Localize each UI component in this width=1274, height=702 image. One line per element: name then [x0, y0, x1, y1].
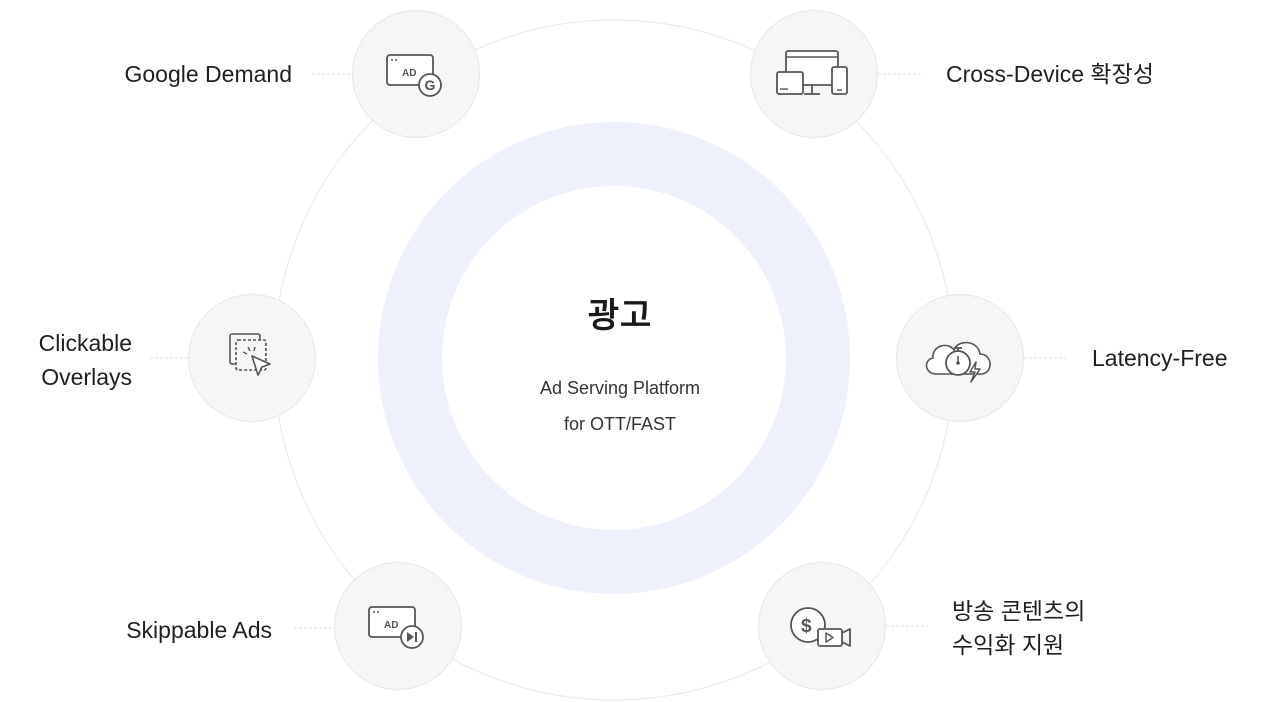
svg-text:G: G — [425, 77, 436, 93]
click-overlay-icon — [229, 333, 271, 376]
label-google-demand: Google Demand — [124, 61, 293, 87]
label-cross-device: Cross-Device 확장성 — [946, 61, 1154, 87]
label-monetization: 방송 콘텐츠의 수익화 지원 — [952, 598, 1086, 658]
svg-text:AD: AD — [402, 68, 416, 79]
feature-node-skippable-ads: AD — [334, 562, 462, 690]
feature-node-latency-free — [896, 294, 1024, 422]
center-subtitle-line2: for OTT/FAST — [563, 414, 676, 434]
feature-node-clickable-overlays — [188, 294, 316, 422]
svg-text:$: $ — [801, 616, 812, 637]
cloud-stopwatch-icon — [925, 341, 991, 383]
ad-google-icon: AD G — [386, 54, 442, 97]
ad-skip-icon: AD — [368, 606, 424, 649]
label-skippable-ads: Skippable Ads — [126, 617, 272, 643]
center-subtitle-line1: Ad Serving Platform — [539, 378, 701, 398]
dollar-video-icon: $ — [790, 607, 851, 647]
center-title: 광고 — [587, 297, 653, 335]
feature-node-google-demand: AD G — [352, 10, 480, 138]
svg-text:AD: AD — [384, 620, 398, 631]
label-latency-free: Latency-Free — [1092, 345, 1228, 371]
center-ring — [378, 122, 850, 594]
multi-device-icon — [776, 50, 848, 95]
feature-node-cross-device — [750, 10, 878, 138]
feature-node-monetization: $ — [758, 562, 886, 690]
label-clickable-overlays: Clickable Overlays — [38, 330, 132, 390]
